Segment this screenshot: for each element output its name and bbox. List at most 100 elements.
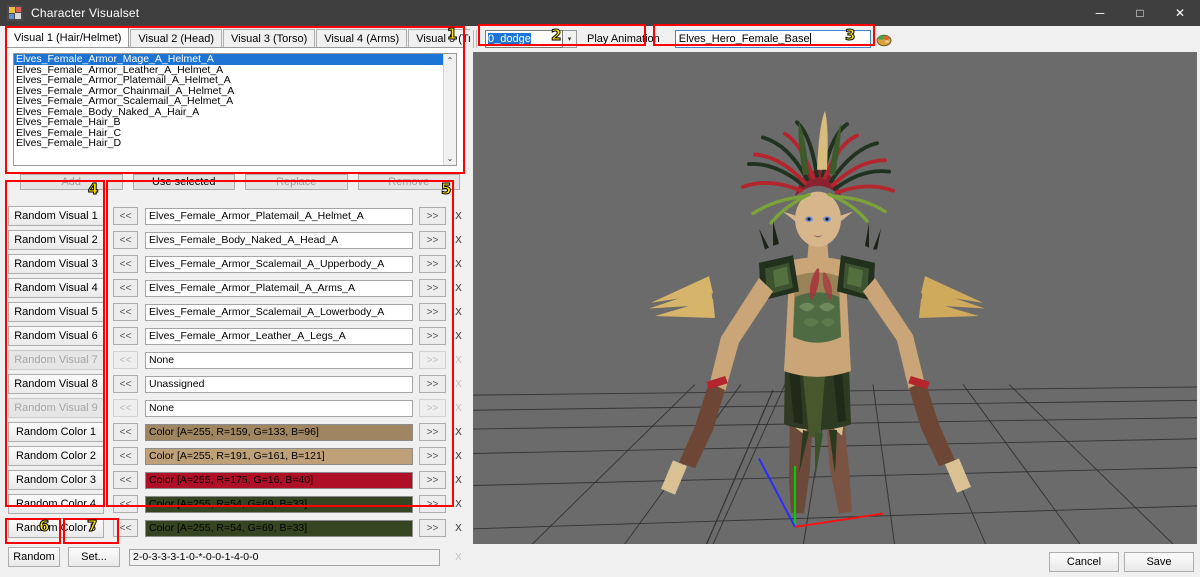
slot-assign-left-button[interactable]: << <box>113 303 138 321</box>
slot-assign-left-button[interactable]: << <box>113 447 138 465</box>
slot-clear-button[interactable]: X <box>452 279 465 297</box>
slot-clear-button[interactable]: X <box>452 207 465 225</box>
slot-color-field[interactable]: Color [A=255, R=191, G=161, B=121] <box>145 447 413 465</box>
slot-clear-button[interactable]: X <box>452 519 465 537</box>
slot-assign-left-button[interactable]: << <box>113 423 138 441</box>
slot-value-field[interactable]: Elves_Female_Armor_Platemail_A_Helmet_A <box>145 207 413 225</box>
slot-randomize-button[interactable]: Random Visual 1 <box>8 206 104 226</box>
slot-color-field[interactable]: Color [A=255, R=175, G=16, B=40] <box>145 471 413 489</box>
3d-viewport[interactable] <box>473 52 1197 544</box>
play-animation-button[interactable]: Play Animation <box>581 29 666 49</box>
slot-clear-button[interactable]: X <box>452 495 465 513</box>
slot-randomize-button[interactable]: Random Visual 4 <box>8 278 104 298</box>
scroll-up-icon[interactable]: ⌃ <box>447 54 454 67</box>
slot-color-field[interactable]: Color [A=255, R=159, G=133, B=96] <box>145 423 413 441</box>
maximize-button[interactable]: □ <box>1120 0 1160 26</box>
slot-clear-button[interactable]: X <box>452 303 465 321</box>
code-field[interactable]: 2-0-3-3-3-1-0-*-0-0-1-4-0-0 <box>129 548 440 566</box>
slot-clear-button[interactable]: X <box>452 231 465 249</box>
slot-assign-right-button[interactable]: >> <box>419 423 446 441</box>
slot-assign-left-button[interactable]: << <box>113 207 138 225</box>
animation-input[interactable]: 0_dodge <box>485 30 563 48</box>
slot-assign-left-button[interactable]: << <box>113 375 138 393</box>
set-button[interactable]: Set... <box>68 547 120 567</box>
toolbar-grip[interactable] <box>473 30 479 48</box>
slot-assign-right-button[interactable]: >> <box>419 207 446 225</box>
save-button[interactable]: Save <box>1124 552 1194 572</box>
slot-row: Random Color 1 << Color [A=255, R=159, G=1… <box>0 420 470 444</box>
close-button[interactable]: ✕ <box>1160 0 1200 26</box>
slot-value-field[interactable]: Elves_Female_Armor_Scalemail_A_Upperbody… <box>145 255 413 273</box>
slot-clear-button[interactable]: X <box>452 447 465 465</box>
slot-assign-right-button[interactable]: >> <box>419 279 446 297</box>
base-model-input[interactable]: Elves_Hero_Female_Base <box>674 30 871 48</box>
slot-assign-left-button[interactable]: << <box>113 279 138 297</box>
slot-clear-button[interactable]: X <box>452 423 465 441</box>
tab-visual-2[interactable]: Visual 2 (Head) <box>130 29 223 48</box>
slot-clear-button: X <box>455 378 462 390</box>
slot-randomize-button[interactable]: Random Visual 5 <box>8 302 104 322</box>
slot-assign-left-button[interactable]: << <box>113 519 138 537</box>
slot-assign-right-button[interactable]: >> <box>419 519 446 537</box>
tab-visual-1[interactable]: Visual 1 (Hair/Helmet) <box>6 27 130 48</box>
slot-randomize-button[interactable]: Random Visual 8 <box>8 374 104 394</box>
listbox-remove-button: Remove <box>357 174 460 190</box>
slot-assign-left-button[interactable]: << <box>113 327 138 345</box>
slot-assign-left-button[interactable]: << <box>113 471 138 489</box>
tab-visual-4[interactable]: Visual 4 (Arms) <box>316 29 408 48</box>
slot-value-field[interactable]: None <box>145 399 413 417</box>
list-item[interactable]: Elves_Female_Armor_Platemail_A_Helmet_A <box>14 75 443 86</box>
tab-visual-3[interactable]: Visual 3 (Torso) <box>223 29 316 48</box>
visual-listbox[interactable]: Elves_Female_Armor_Mage_A_Helmet_A Elves_… <box>13 53 457 166</box>
slot-assign-right-button[interactable]: >> <box>419 327 446 345</box>
slot-assign-right-button[interactable]: >> <box>419 255 446 273</box>
slot-clear-button[interactable]: X <box>452 327 465 345</box>
slot-randomize-button[interactable]: Random Visual 3 <box>8 254 104 274</box>
slot-clear-button[interactable]: X <box>452 471 465 489</box>
slot-randomize-button[interactable]: Random Color 3 <box>8 470 104 490</box>
text-caret <box>809 33 811 44</box>
slot-randomize-button[interactable]: Random Visual 6 <box>8 326 104 346</box>
slot-randomize-button[interactable]: Random Color 1 <box>8 422 104 442</box>
listbox-use-selected-button[interactable]: Use selected <box>132 174 235 190</box>
slot-assign-right-button[interactable]: >> <box>419 495 446 513</box>
slot-assign-right-button[interactable]: >> <box>419 471 446 489</box>
slot-assign-right-button[interactable]: >> <box>419 303 446 321</box>
list-item[interactable]: Elves_Female_Armor_Scalemail_A_Helmet_A <box>14 96 443 107</box>
slot-assign-left-button[interactable]: << <box>113 231 138 249</box>
slot-value-field[interactable]: Elves_Female_Armor_Scalemail_A_Lowerbody… <box>145 303 413 321</box>
slot-clear-button[interactable]: X <box>452 255 465 273</box>
slot-assign-right-button[interactable]: >> <box>419 375 446 393</box>
slot-rows: Random Visual 1 << Elves_Female_Armor_Plat… <box>0 204 470 540</box>
scroll-down-icon[interactable]: ⌄ <box>447 152 454 165</box>
minimize-button[interactable]: ─ <box>1080 0 1120 26</box>
slot-assign-right-button[interactable]: >> <box>419 447 446 465</box>
slot-randomize-button[interactable]: Random Color 4 <box>8 494 104 514</box>
slot-color-field[interactable]: Color [A=255, R=54, G=69, B=33] <box>145 519 413 537</box>
slot-value-field[interactable]: Elves_Female_Body_Naked_A_Head_A <box>145 231 413 249</box>
code-clear-button: X <box>455 551 462 563</box>
listbox-scrollbar[interactable]: ⌃ ⌄ <box>443 54 456 165</box>
slot-row: Random Visual 3 << Elves_Female_Armor_Scal… <box>0 252 470 276</box>
slot-assign-left-button[interactable]: << <box>113 255 138 273</box>
slot-randomize-button[interactable]: Random Color 5 <box>8 518 104 538</box>
slot-value-field[interactable]: None <box>145 351 413 369</box>
slot-assign-right-button[interactable]: >> <box>419 231 446 249</box>
list-item[interactable]: Elves_Female_Hair_D <box>14 138 443 149</box>
slot-value-field[interactable]: Elves_Female_Armor_Leather_A_Legs_A <box>145 327 413 345</box>
palette-icon[interactable] <box>876 31 892 47</box>
slot-value-field[interactable]: Elves_Female_Armor_Platemail_A_Arms_A <box>145 279 413 297</box>
slot-assign-left-button[interactable]: << <box>113 495 138 513</box>
slot-value-field[interactable]: Unassigned <box>145 375 413 393</box>
bottom-row: Random Set... 2-0-3-3-3-1-0-*-0-0-1-4-0-… <box>0 544 470 570</box>
slot-assign-right-button: >> <box>419 351 446 369</box>
slot-randomize-button[interactable]: Random Visual 2 <box>8 230 104 250</box>
slot-color-field[interactable]: Color [A=255, R=54, G=69, B=33] <box>145 495 413 513</box>
slot-clear-button: X <box>455 402 462 414</box>
cancel-button[interactable]: Cancel <box>1049 552 1119 572</box>
random-button[interactable]: Random <box>8 547 60 567</box>
list-item[interactable]: Elves_Female_Hair_B <box>14 117 443 128</box>
list-item[interactable]: Elves_Female_Armor_Mage_A_Helmet_A <box>14 54 443 65</box>
animation-dropdown-button[interactable]: ▾ <box>563 30 577 48</box>
slot-randomize-button[interactable]: Random Color 2 <box>8 446 104 466</box>
